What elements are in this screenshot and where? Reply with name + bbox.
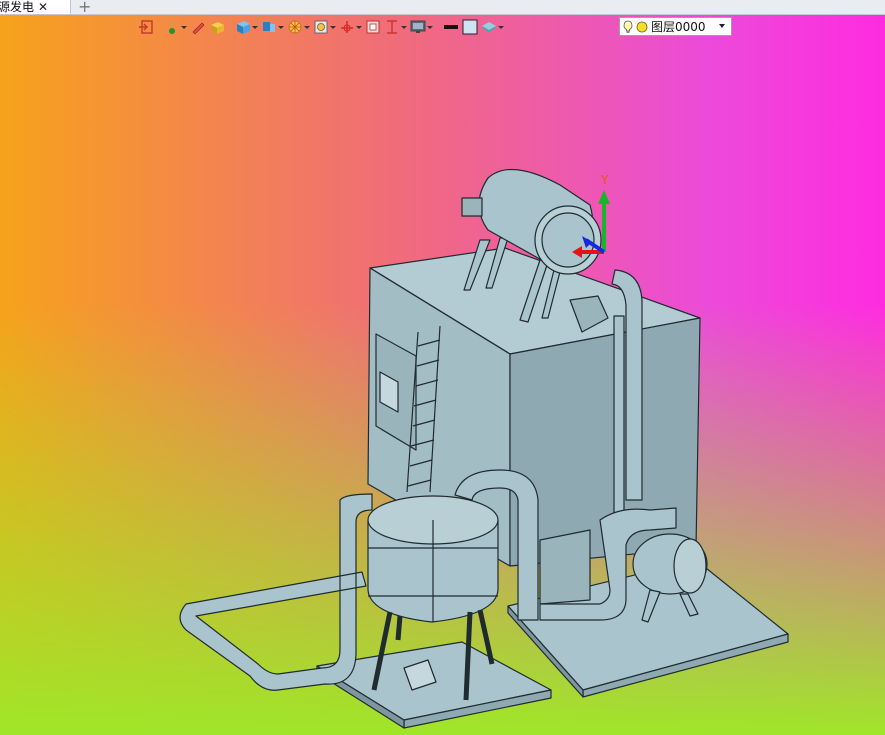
line-color-icon xyxy=(444,25,458,29)
chevron-down-icon[interactable] xyxy=(498,25,504,29)
solid-box-icon xyxy=(211,22,224,34)
fill-color-button[interactable] xyxy=(462,18,478,36)
exit-view-icon xyxy=(139,20,153,34)
measure-icon xyxy=(387,20,397,34)
3d-model-scene: Y xyxy=(179,168,789,729)
monitor-button[interactable] xyxy=(410,18,433,36)
frame-button[interactable] xyxy=(365,18,381,36)
fill-color-icon xyxy=(462,19,478,35)
lightbulb-icon xyxy=(623,20,633,33)
solid-box-button[interactable] xyxy=(209,18,225,36)
section-wheel-button[interactable] xyxy=(287,18,310,36)
pen-button[interactable] xyxy=(190,18,206,36)
left-loop-pipe xyxy=(179,493,373,691)
coordinate-axis-icon xyxy=(341,21,353,33)
chevron-down-icon[interactable] xyxy=(278,25,284,29)
view-orientation-button[interactable] xyxy=(261,18,284,36)
render-mode-button[interactable] xyxy=(164,18,187,36)
section-wheel-icon xyxy=(288,20,302,34)
zoom-fit-icon xyxy=(314,20,328,34)
layer-name: 图层0000 xyxy=(651,20,706,34)
render-mode-icon xyxy=(169,20,175,34)
zoom-fit-button[interactable] xyxy=(313,18,336,36)
layer-stack-icon xyxy=(482,22,496,32)
chevron-down-icon[interactable] xyxy=(356,25,362,29)
coordinate-axis-button[interactable] xyxy=(339,18,362,36)
view-toolbar xyxy=(138,17,504,37)
chevron-down-icon[interactable] xyxy=(401,25,407,29)
monitor-icon xyxy=(410,20,426,33)
layer-dropdown[interactable]: 图层0000 xyxy=(619,17,732,36)
blue-cube-icon xyxy=(237,21,250,34)
chevron-down-icon[interactable] xyxy=(304,25,310,29)
frame-icon xyxy=(366,20,380,34)
exit-view-button[interactable] xyxy=(138,18,154,36)
chevron-down-icon[interactable] xyxy=(427,25,433,29)
view-orientation-icon xyxy=(263,22,275,32)
chevron-down-icon[interactable] xyxy=(181,25,187,29)
chevron-down-icon[interactable] xyxy=(252,25,258,29)
pen-icon xyxy=(192,22,205,35)
line-color-button[interactable] xyxy=(443,18,459,36)
chevron-down-icon[interactable] xyxy=(719,24,725,28)
layer-status-dot-icon xyxy=(636,21,648,32)
blue-cube-button[interactable] xyxy=(235,18,258,36)
axis-y-label: Y xyxy=(600,173,609,187)
measure-button[interactable] xyxy=(384,18,407,36)
layer-stack-button[interactable] xyxy=(481,18,504,36)
chevron-down-icon[interactable] xyxy=(330,25,336,29)
